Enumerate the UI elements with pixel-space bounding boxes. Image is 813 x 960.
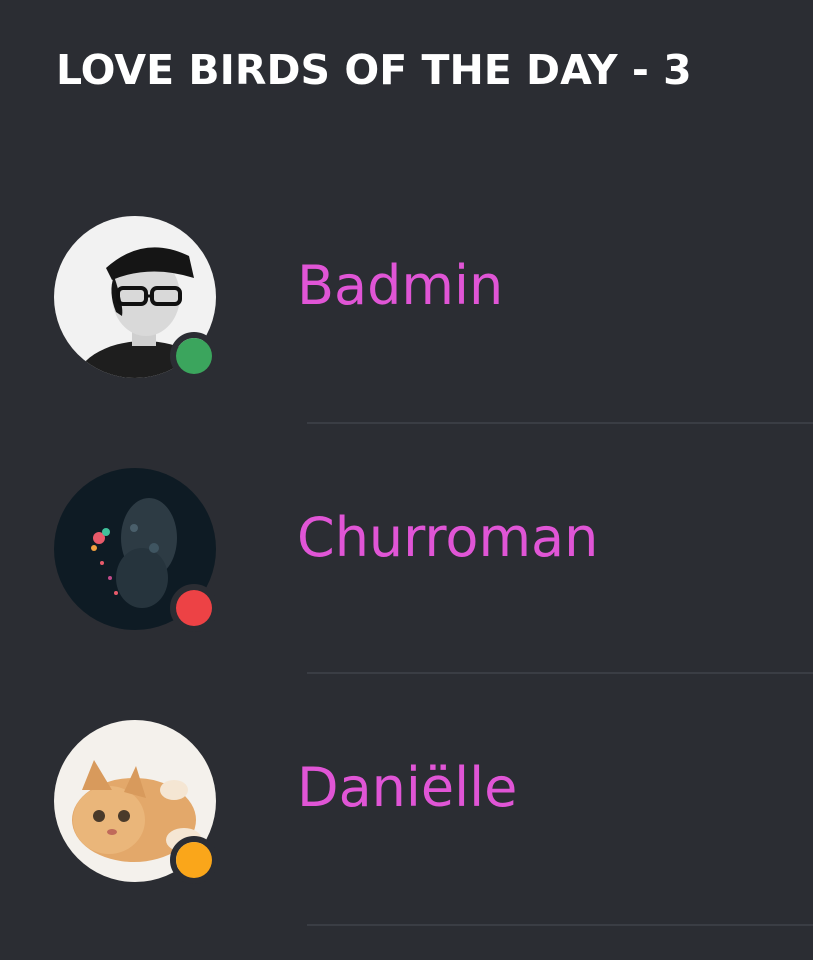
- avatar[interactable]: [54, 468, 218, 632]
- member-item-churroman[interactable]: Churroman: [0, 422, 813, 672]
- member-item-danielle[interactable]: Daniëlle: [0, 672, 813, 922]
- member-list-panel: LOVE BIRDS OF THE DAY - 3 Badmin Churrom…: [0, 0, 813, 960]
- avatar[interactable]: [54, 216, 218, 380]
- status-online-icon: [170, 332, 218, 380]
- status-idle-icon: [170, 836, 218, 884]
- member-name[interactable]: Daniëlle: [297, 756, 517, 819]
- member-group-header: LOVE BIRDS OF THE DAY - 3: [56, 46, 692, 94]
- avatar[interactable]: [54, 720, 218, 884]
- divider: [307, 924, 813, 926]
- member-name[interactable]: Churroman: [297, 506, 598, 569]
- status-dnd-icon: [170, 584, 218, 632]
- member-name[interactable]: Badmin: [297, 254, 503, 317]
- member-item-badmin[interactable]: Badmin: [0, 170, 813, 420]
